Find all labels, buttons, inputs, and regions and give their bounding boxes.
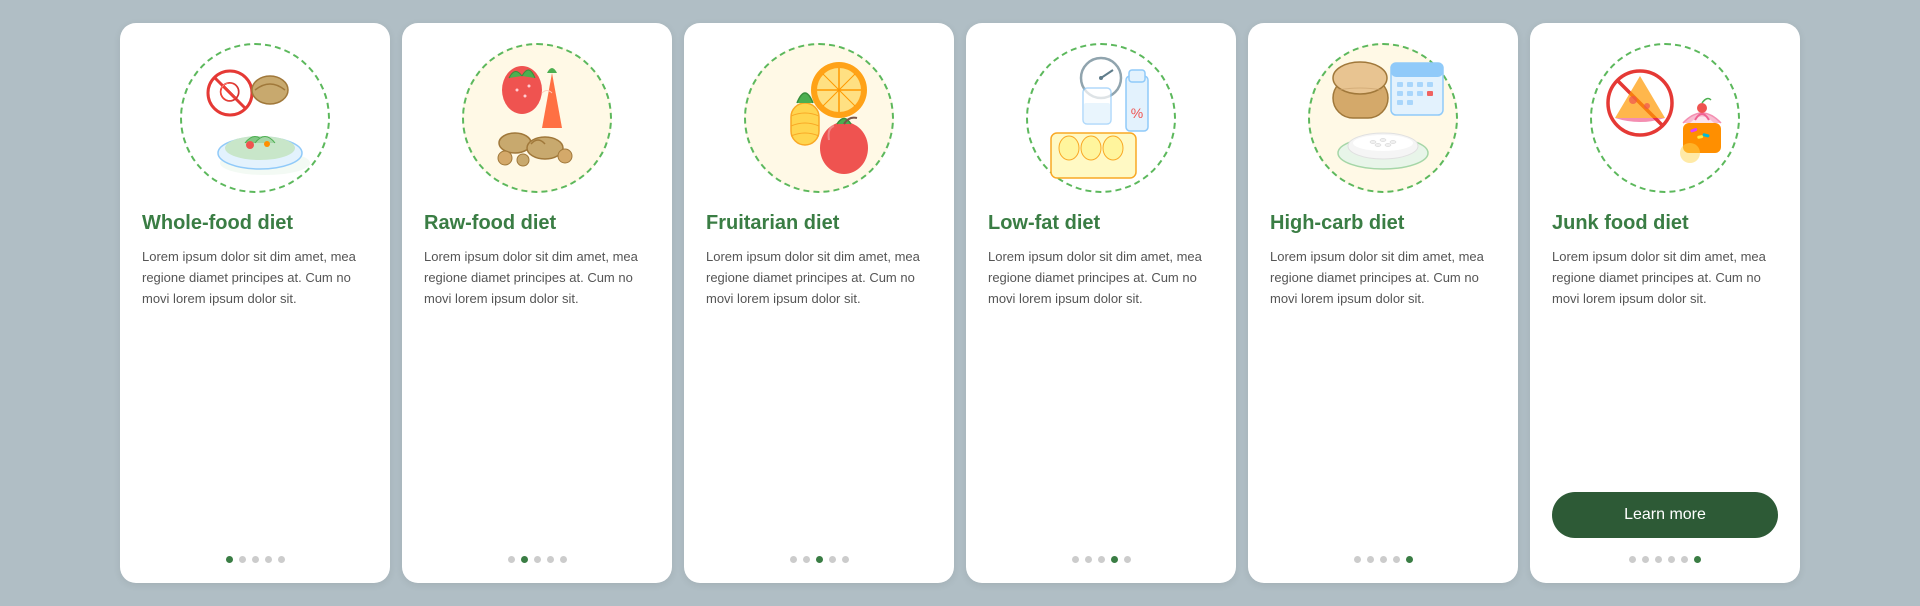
card-title-fruitarian: Fruitarian diet: [706, 211, 839, 235]
card-text-junk-food: Lorem ipsum dolor sit dim amet, mea regi…: [1552, 247, 1778, 476]
dot-5: [1681, 556, 1688, 563]
dot-2: [1642, 556, 1649, 563]
card-title-whole-food: Whole-food diet: [142, 211, 293, 235]
dots-junk-food: [1552, 556, 1778, 563]
icon-area-whole-food: 🚫: [142, 43, 368, 193]
card-title-raw-food: Raw-food diet: [424, 211, 556, 235]
dot-5: [1406, 556, 1413, 563]
dots-low-fat: [988, 556, 1214, 563]
dot-3: [1098, 556, 1105, 563]
card-title-high-carb: High-carb diet: [1270, 211, 1404, 235]
dot-4: [1393, 556, 1400, 563]
icon-circle-whole-food: 🚫: [180, 43, 330, 193]
icon-area-raw-food: [424, 43, 650, 193]
icon-circle-raw-food: [462, 43, 612, 193]
card-title-low-fat: Low-fat diet: [988, 211, 1100, 235]
card-junk-food: Junk food diet Lorem ipsum dolor sit dim…: [1530, 23, 1800, 583]
dot-2: [239, 556, 246, 563]
card-raw-food: Raw-food diet Lorem ipsum dolor sit dim …: [402, 23, 672, 583]
dot-3: [252, 556, 259, 563]
dot-1: [1072, 556, 1079, 563]
icon-circle-low-fat: %: [1026, 43, 1176, 193]
dot-1: [1629, 556, 1636, 563]
icon-circle-high-carb: [1308, 43, 1458, 193]
dots-whole-food: [142, 556, 368, 563]
card-text-raw-food: Lorem ipsum dolor sit dim amet, mea regi…: [424, 247, 650, 538]
dot-4: [829, 556, 836, 563]
dot-3: [1655, 556, 1662, 563]
card-whole-food: 🚫 Whole-food diet Lorem ipsum dolor sit …: [120, 23, 390, 583]
dot-2: [1085, 556, 1092, 563]
icon-area-high-carb: [1270, 43, 1496, 193]
icon-circle-fruitarian: [744, 43, 894, 193]
dot-4: [265, 556, 272, 563]
dot-1: [790, 556, 797, 563]
dot-4: [1111, 556, 1118, 563]
icon-area-junk-food: [1552, 43, 1778, 193]
cards-container: 🚫 Whole-food diet Lorem ipsum dolor sit …: [120, 23, 1800, 583]
icon-circle-junk-food: [1590, 43, 1740, 193]
dot-2: [521, 556, 528, 563]
dots-high-carb: [1270, 556, 1496, 563]
dot-2: [1367, 556, 1374, 563]
dot-4: [547, 556, 554, 563]
dot-4: [1668, 556, 1675, 563]
card-fruitarian: Fruitarian diet Lorem ipsum dolor sit di…: [684, 23, 954, 583]
svg-text:%: %: [1131, 105, 1143, 121]
svg-text:🚫: 🚫: [219, 81, 241, 102]
card-text-high-carb: Lorem ipsum dolor sit dim amet, mea regi…: [1270, 247, 1496, 538]
dot-5: [1124, 556, 1131, 563]
card-high-carb: High-carb diet Lorem ipsum dolor sit dim…: [1248, 23, 1518, 583]
dot-3: [534, 556, 541, 563]
icon-area-low-fat: %: [988, 43, 1214, 193]
dot-5: [560, 556, 567, 563]
dot-6: [1694, 556, 1701, 563]
dot-5: [842, 556, 849, 563]
dot-2: [803, 556, 810, 563]
dots-raw-food: [424, 556, 650, 563]
card-text-whole-food: Lorem ipsum dolor sit dim amet, mea regi…: [142, 247, 368, 538]
dot-1: [226, 556, 233, 563]
card-text-low-fat: Lorem ipsum dolor sit dim amet, mea regi…: [988, 247, 1214, 538]
icon-area-fruitarian: [706, 43, 932, 193]
dot-1: [1354, 556, 1361, 563]
dot-3: [816, 556, 823, 563]
dot-1: [508, 556, 515, 563]
dot-5: [278, 556, 285, 563]
card-text-fruitarian: Lorem ipsum dolor sit dim amet, mea regi…: [706, 247, 932, 538]
dots-fruitarian: [706, 556, 932, 563]
card-low-fat: % Low-fat diet Lorem ipsum dolor sit dim…: [966, 23, 1236, 583]
dot-3: [1380, 556, 1387, 563]
card-title-junk-food: Junk food diet: [1552, 211, 1689, 235]
learn-more-button[interactable]: Learn more: [1552, 492, 1778, 538]
